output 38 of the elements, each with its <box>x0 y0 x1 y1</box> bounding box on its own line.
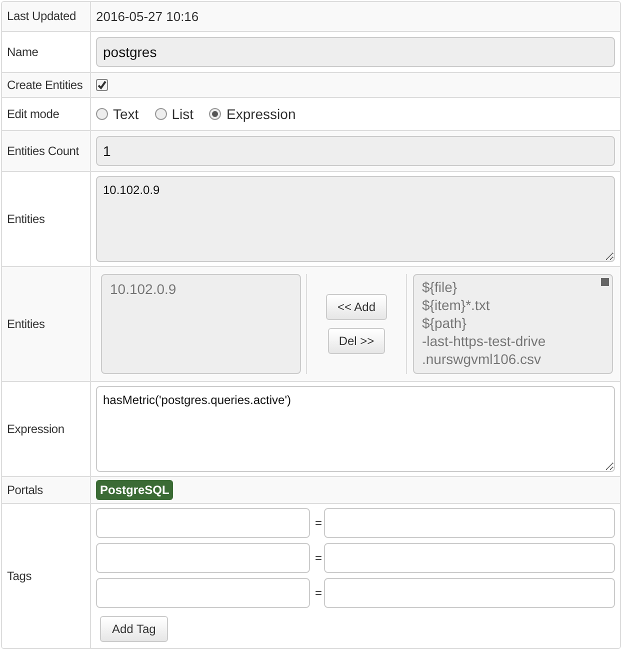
list-item[interactable]: ${path} <box>422 314 604 332</box>
field-label: Last Updated <box>7 9 76 24</box>
list-item[interactable]: -last-https-test-drive <box>422 332 604 350</box>
list-item[interactable]: .nurswgvml106.csv <box>422 350 604 368</box>
radio-option[interactable]: Text <box>96 104 139 124</box>
radio-option[interactable]: List <box>154 104 194 124</box>
tag-value-input[interactable] <box>324 543 615 573</box>
field-label: Name <box>7 44 38 60</box>
field-label: Edit mode <box>7 106 60 122</box>
field-label: Tags <box>7 568 32 584</box>
equals-sign: = <box>315 585 319 602</box>
tag-name-input[interactable] <box>96 508 310 538</box>
list-button[interactable]: Del >> <box>328 328 386 354</box>
radio-option[interactable]: Expression <box>209 104 296 124</box>
tag-value-input[interactable] <box>324 508 615 538</box>
field-label: Entities Count <box>7 144 79 158</box>
equals-sign: = <box>315 550 319 567</box>
entity-list[interactable]: 10.102.0.9 <box>101 274 301 374</box>
text-area[interactable]: hasMetric('postgres.queries.active') <box>96 386 615 472</box>
tag-name-input[interactable] <box>96 543 310 573</box>
field-label: Create Entities <box>7 78 83 92</box>
field-label: Portals <box>7 482 43 498</box>
field-label: Entities <box>7 316 45 332</box>
tag-name-input[interactable] <box>96 578 310 608</box>
portal-badge[interactable]: PostgreSQL <box>96 480 174 500</box>
pattern-list[interactable]: ${file} ${item}*.txt ${path} -last-https-test-drive .nurswgvml106.csv <box>413 274 613 374</box>
tag-value-input[interactable] <box>324 578 615 608</box>
list-item[interactable]: 10.102.0.9 <box>110 279 292 299</box>
field-label: Entities <box>7 212 45 226</box>
equals-sign: = <box>315 515 319 532</box>
checkbox[interactable] <box>96 79 108 91</box>
list-item[interactable]: ${file} <box>422 278 604 296</box>
field-label: Expression <box>7 422 64 436</box>
list-button[interactable]: << Add <box>326 294 387 320</box>
scrollbar-thumb[interactable] <box>601 278 609 286</box>
list-item[interactable]: ${item}*.txt <box>422 296 604 314</box>
add-tag-button[interactable]: Add Tag <box>100 616 168 642</box>
last-updated-value: 2016-05-27 10:16 <box>96 8 199 26</box>
